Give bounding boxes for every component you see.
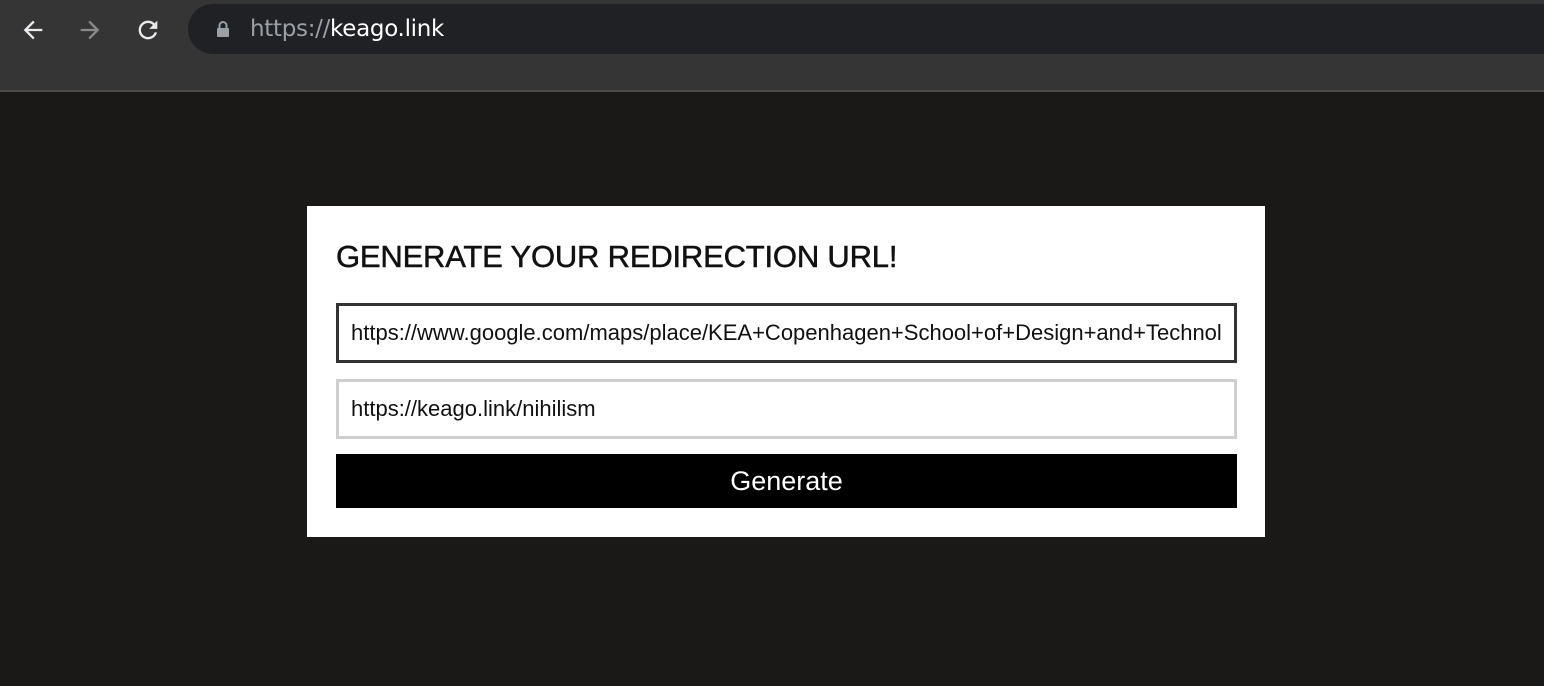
reload-icon (138, 20, 158, 40)
url-scheme: https:// (250, 16, 331, 42)
arrow-right-icon (80, 20, 100, 40)
form-title: GENERATE YOUR REDIRECTION URL! (336, 239, 898, 275)
redirect-form-card: GENERATE YOUR REDIRECTION URL! Generate (307, 206, 1265, 537)
address-bar[interactable]: https://keago.link (188, 4, 1544, 54)
generate-button[interactable]: Generate (336, 454, 1237, 508)
lock-icon (214, 18, 232, 40)
url-host: keago.link (330, 16, 445, 42)
forward-button[interactable] (70, 10, 110, 50)
reload-button[interactable] (128, 10, 168, 50)
target-url-input[interactable] (336, 303, 1237, 363)
arrow-left-icon (23, 20, 43, 40)
short-url-input[interactable] (336, 379, 1237, 439)
address-url: https://keago.link (250, 16, 444, 42)
browser-toolbar: https://keago.link (0, 0, 1544, 92)
back-button[interactable] (13, 10, 53, 50)
